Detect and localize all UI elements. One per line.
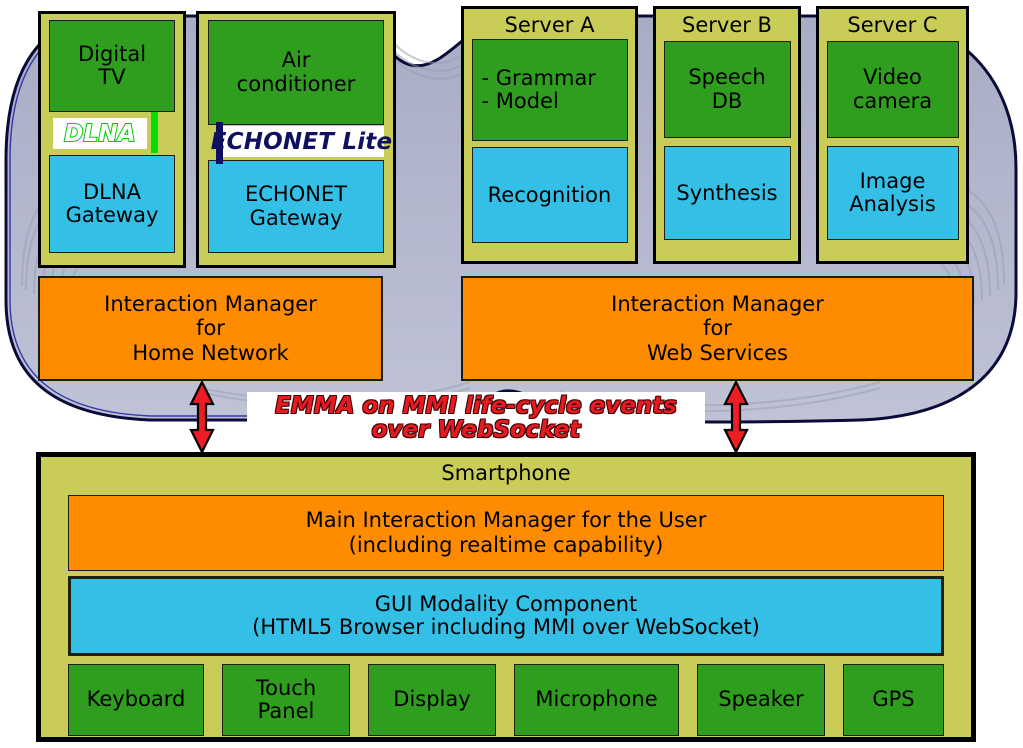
protocol-plaque-echonet: ECHONET Lite	[211, 126, 392, 157]
smartphone-device-display: Display	[368, 664, 496, 736]
server-engine-b: Synthesis	[663, 146, 791, 241]
device-gap	[204, 664, 222, 736]
protocol-connector-dlna	[151, 112, 158, 153]
smartphone-device-microphone: Microphone	[514, 664, 679, 736]
smartphone-title: Smartphone	[441, 461, 571, 485]
gui-modality-component: GUI Modality Component (HTML5 Browser in…	[68, 576, 944, 656]
interaction-manager-home-network: Interaction Manager for Home Network	[38, 276, 383, 381]
main-interaction-manager: Main Interaction Manager for the User (i…	[68, 495, 944, 571]
link-label-line-1: EMMA on MMI life-cycle events	[275, 393, 677, 420]
smartphone-device-keyboard: Keyboard	[68, 664, 204, 736]
protocol-label-echonet: ECHONET Lite	[210, 128, 393, 155]
device-gap	[825, 664, 843, 736]
protocol-slot-echonet: ECHONET Lite	[208, 122, 392, 164]
server-panel-c: Server C Video camera Image Analysis	[816, 6, 969, 264]
server-engine-a: Recognition	[471, 147, 628, 244]
device-gap	[679, 664, 697, 736]
server-panel-b: Server B Speech DB Synthesis	[653, 6, 801, 264]
protocol-slot-dlna: DLNA	[49, 112, 175, 155]
link-arrow-left	[189, 380, 215, 454]
smartphone-panel: Smartphone Main Interaction Manager for …	[36, 452, 976, 742]
interaction-manager-web-services: Interaction Manager for Web Services	[461, 276, 974, 381]
gateway-dlna: DLNA Gateway	[49, 155, 175, 253]
smartphone-device-touch-panel: Touch Panel	[222, 664, 350, 736]
device-panel-digital-tv: Digital TV DLNA DLNA Gateway	[38, 11, 186, 268]
device-panel-air-conditioner: Air conditioner ECHONET Lite ECHONET Gat…	[196, 11, 396, 268]
device-gap	[496, 664, 514, 736]
server-title-a: Server A	[504, 13, 595, 37]
gateway-echonet: ECHONET Gateway	[208, 160, 384, 253]
diagram-root: Digital TV DLNA DLNA Gateway Air conditi…	[0, 0, 1023, 748]
protocol-connector-echonet	[216, 122, 223, 164]
protocol-plaque-dlna: DLNA	[53, 118, 147, 149]
protocol-label-dlna: DLNA	[63, 120, 136, 148]
appliance-air-conditioner: Air conditioner	[208, 20, 384, 125]
appliance-digital-tv: Digital TV	[49, 20, 175, 112]
link-arrow-right	[723, 380, 749, 454]
link-label-line-2: over WebSocket	[371, 417, 581, 443]
server-panel-a: Server A - Grammar - Model Recognition	[461, 6, 638, 264]
server-resource-a: - Grammar - Model	[471, 39, 628, 142]
server-title-b: Server B	[682, 13, 772, 37]
device-gap	[350, 664, 368, 736]
smartphone-device-gps: GPS	[843, 664, 944, 736]
server-resource-b: Speech DB	[663, 41, 791, 139]
smartphone-device-row: Keyboard Touch Panel Display Microphone …	[68, 664, 944, 736]
server-engine-c: Image Analysis	[826, 146, 959, 241]
server-resource-c: Video camera	[826, 41, 959, 139]
link-label-emma: EMMA on MMI life-cycle events over WebSo…	[247, 392, 705, 446]
server-title-c: Server C	[847, 13, 938, 37]
smartphone-device-speaker: Speaker	[697, 664, 825, 736]
